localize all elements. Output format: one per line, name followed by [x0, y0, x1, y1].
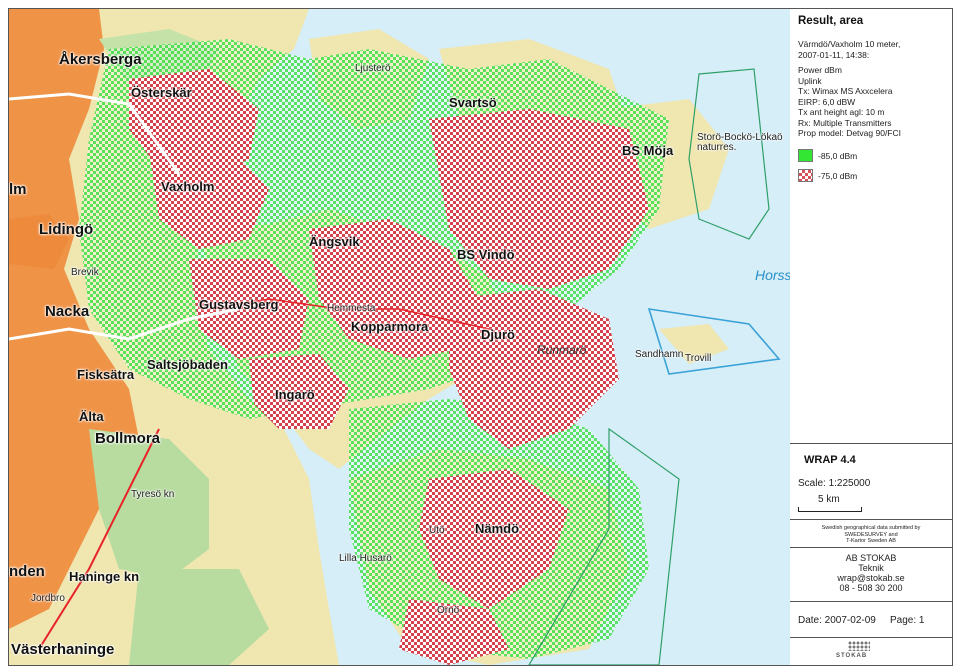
- place-orno: Ornö: [437, 605, 460, 616]
- param-prop-model: Prop model: Detvag 90/FCI: [798, 128, 901, 138]
- place-jordbro: Jordbro: [31, 593, 65, 604]
- legend-levels: -85,0 dBm -75,0 dBm: [798, 149, 857, 182]
- place-lidingo: Lidingö: [39, 221, 94, 238]
- place-haninge-kn: Haninge kn: [69, 569, 140, 584]
- place-ljustero: Ljusterö: [355, 63, 391, 74]
- map-canvas: [9, 9, 781, 665]
- legend-subtitle-line2: 2007-01-11, 14:38:: [798, 49, 870, 60]
- swatch-green: [798, 149, 813, 162]
- place-angsvik: Ängsvik: [309, 234, 360, 249]
- company-email: wrap@stokab.se: [837, 573, 905, 583]
- param-eirp: EIRP: 6,0 dBW: [798, 96, 856, 107]
- place-saltsjobaden: Saltsjöbaden: [147, 357, 228, 372]
- place-bs-moja: BS Möja: [622, 143, 674, 158]
- place-lilla-husaro: Lilla Husarö: [339, 553, 392, 564]
- place-hemmesta: Hemmesta: [327, 303, 376, 314]
- company-phone: 08 - 508 30 200: [839, 583, 903, 593]
- company-dept: Teknik: [858, 563, 884, 573]
- place-reserve-storo: Storö-Bockö-Lökaö naturres.: [697, 132, 783, 153]
- place-horss: Horss: [755, 267, 791, 283]
- legend-level-75: -75,0 dBm: [798, 169, 857, 182]
- place-akersberga: Åkersberga: [59, 51, 142, 68]
- place-nden: nden: [9, 563, 45, 580]
- place-uto: Utö: [429, 525, 445, 536]
- legend-panel: Result, area Värmdö/Vaxholm 10 meter, 20…: [790, 8, 953, 666]
- legend-subtitle: Värmdö/Vaxholm 10 meter, 2007-01-11, 14:…: [798, 39, 900, 60]
- place-fisksatra: Fisksätra: [77, 367, 135, 382]
- param-direction: Uplink: [798, 75, 822, 86]
- place-nacka: Nacka: [45, 303, 90, 320]
- scalebar-label: 5 km: [818, 494, 840, 505]
- place-kopparmora: Kopparmora: [351, 319, 429, 334]
- company-name: AB STOKAB: [845, 553, 897, 563]
- place-ingaro: Ingarö: [275, 387, 315, 402]
- stokab-logo-text: STOKAB: [836, 653, 868, 659]
- param-power: Power dBm: [798, 65, 842, 75]
- place-bs-vindo: BS Vindö: [457, 247, 515, 262]
- wrap-version: WRAP 4.4: [804, 454, 856, 466]
- place-vasterhaninge: Västerhaninge: [11, 641, 115, 658]
- place-gustavsberg: Gustavsberg: [199, 297, 279, 312]
- param-height: Tx ant height agl: 10 m: [798, 107, 885, 117]
- place-vaxholm: Vaxholm: [161, 179, 215, 194]
- place-lm: lm: [9, 181, 27, 198]
- legend-credits: Swedish geographical data submitted by S…: [790, 519, 952, 548]
- scale-text: Scale: 1:225000: [798, 478, 871, 489]
- param-tx: Tx: Wimax MS Axxcelera: [798, 86, 893, 96]
- place-sandhamn: Sandhamn: [635, 349, 684, 360]
- place-namdo: Nämdö: [475, 521, 520, 536]
- legend-title: Result, area: [798, 15, 864, 27]
- swatch-red: [798, 169, 813, 182]
- legend-wrap-section: WRAP 4.4 Scale: 1:225000 5 km: [790, 443, 952, 520]
- place-djuro: Djurö: [481, 327, 515, 342]
- place-osterskar: Österskär: [131, 85, 192, 100]
- param-rx: Rx: Multiple Transmitters: [798, 117, 892, 128]
- legend-level-85: -85,0 dBm: [798, 149, 857, 162]
- place-bollmora: Bollmora: [95, 430, 161, 447]
- legend-subtitle-line1: Värmdö/Vaxholm 10 meter,: [798, 39, 901, 49]
- legend-params: Power dBm Uplink Tx: Wimax MS Axxcelera …: [798, 65, 901, 139]
- place-runmaro: Runmarö: [537, 343, 587, 357]
- coverage-map[interactable]: Åkersberga Österskär Svartsö BS Möja Vax…: [8, 8, 791, 666]
- print-date: Date: 2007-02-09: [798, 615, 876, 626]
- stokab-logo-icon: [848, 641, 870, 651]
- place-trovill: Trovill: [685, 353, 712, 364]
- place-brevik: Brevik: [71, 267, 99, 278]
- page-number: Page: 1: [890, 615, 925, 626]
- scalebar: [798, 507, 862, 512]
- credit-line3: T-Kartor Sweden AB: [846, 538, 896, 544]
- level-85-label: -85,0 dBm: [818, 150, 858, 161]
- place-tyreso-kn: Tyresö kn: [131, 489, 175, 500]
- place-alta: Älta: [79, 409, 104, 424]
- legend-date-row: Date: 2007-02-09 Page: 1: [790, 601, 952, 638]
- legend-logo: STOKAB: [790, 637, 952, 666]
- level-75-label: -75,0 dBm: [818, 170, 858, 181]
- legend-company: AB STOKAB Teknik wrap@stokab.se 08 - 508…: [790, 547, 952, 602]
- place-svartso: Svartsö: [449, 95, 497, 110]
